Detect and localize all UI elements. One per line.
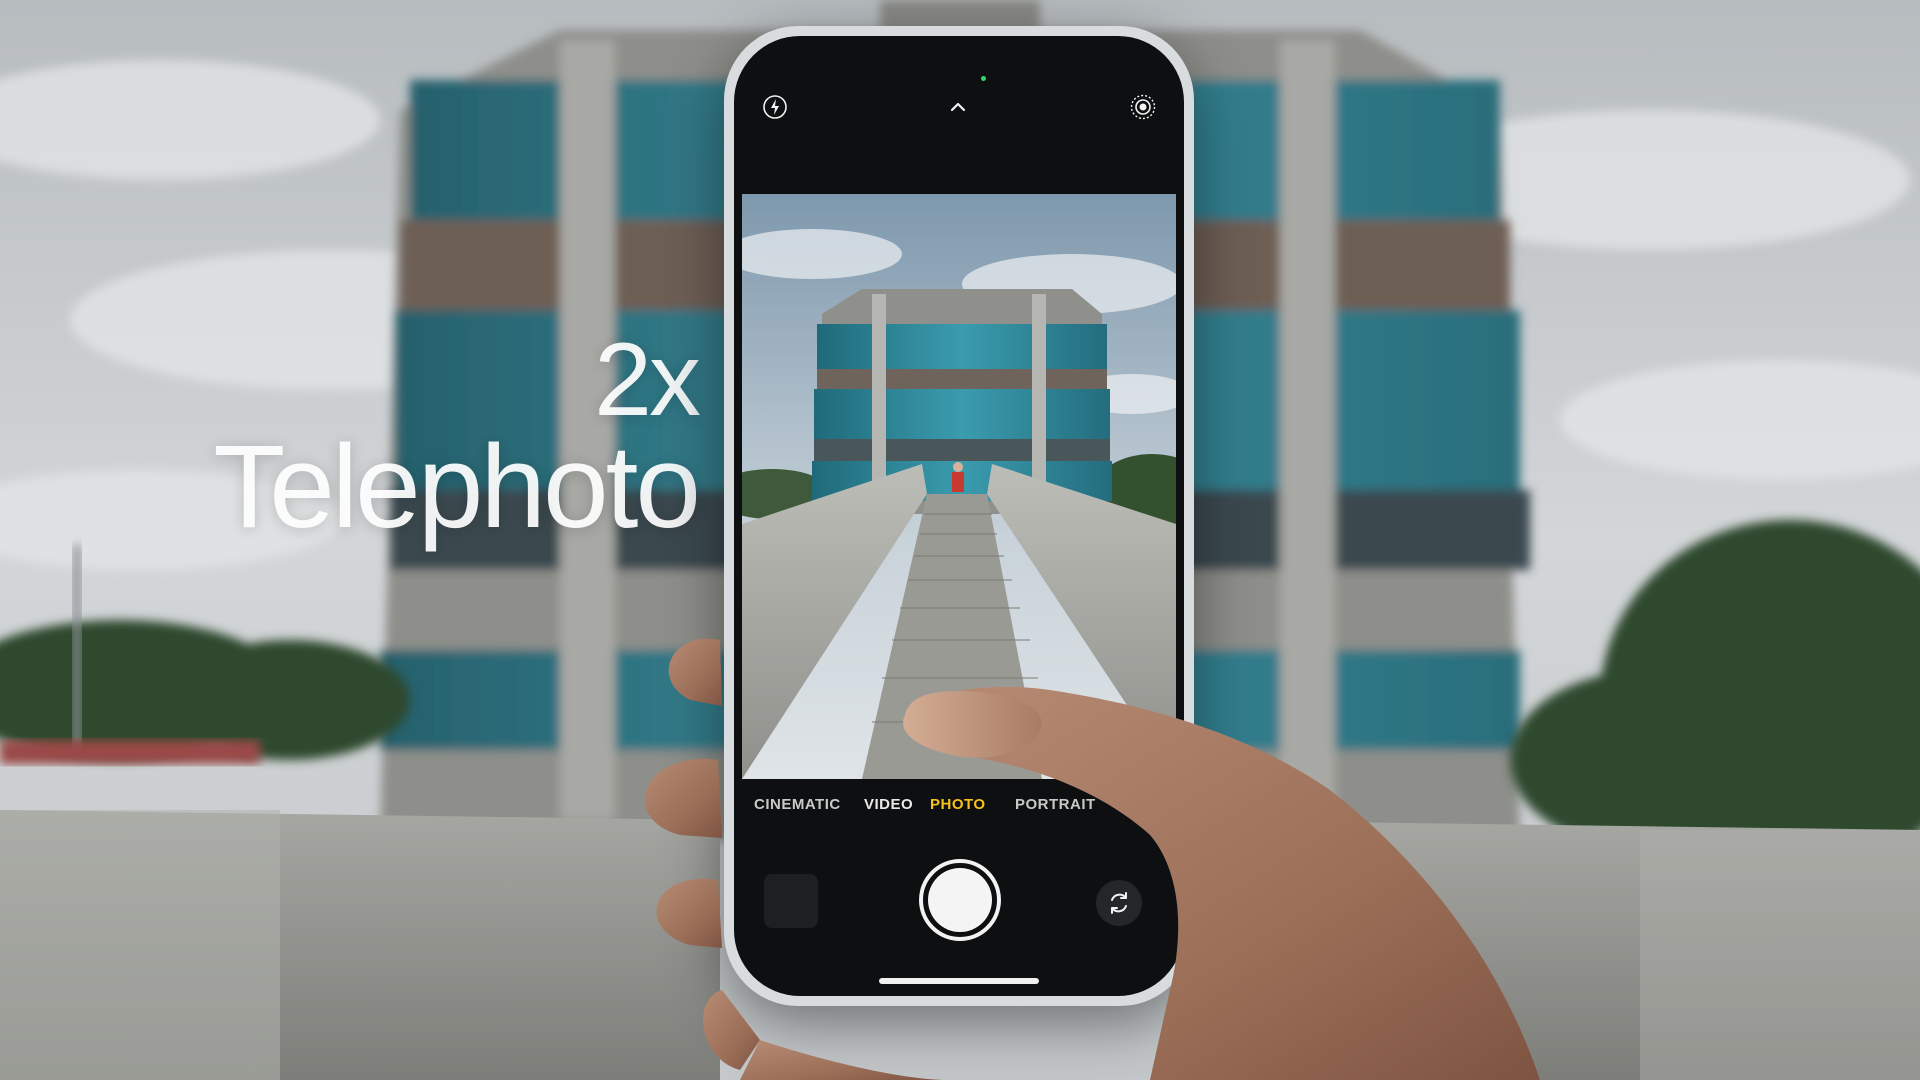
mode-selector: CINEMATIC VIDEO PHOTO PORTRAIT — [734, 796, 1184, 826]
shutter-core — [928, 868, 992, 932]
viewfinder-image — [742, 194, 1176, 779]
shutter-button[interactable] — [919, 859, 1001, 941]
last-photo-thumbnail[interactable] — [764, 874, 818, 928]
viewfinder[interactable] — [742, 194, 1176, 779]
mode-video[interactable]: VIDEO — [864, 796, 913, 813]
camera-flip-icon[interactable] — [1096, 880, 1142, 926]
camera-screen: CINEMATIC VIDEO PHOTO PORTRAIT — [734, 36, 1184, 996]
mode-photo[interactable]: PHOTO — [930, 796, 986, 813]
mode-portrait[interactable]: PORTRAIT — [1015, 796, 1096, 813]
camera-in-use-dot — [981, 76, 986, 81]
chevron-up-icon[interactable] — [939, 88, 977, 126]
phone: CINEMATIC VIDEO PHOTO PORTRAIT — [724, 26, 1194, 1006]
zoom-label: 2x — [594, 322, 701, 438]
mode-cinematic[interactable]: CINEMATIC — [754, 796, 841, 813]
camera-top-bar — [734, 88, 1184, 148]
home-indicator — [879, 978, 1039, 984]
camera-ad-scene: 2x Telephoto CINEMATIC VIDEO PHOTO PORTR… — [0, 0, 1920, 1080]
live-photo-icon[interactable] — [1124, 88, 1162, 126]
lens-label: Telephoto — [213, 421, 701, 553]
headline: 2x Telephoto — [213, 322, 701, 553]
flash-icon[interactable] — [756, 88, 794, 126]
